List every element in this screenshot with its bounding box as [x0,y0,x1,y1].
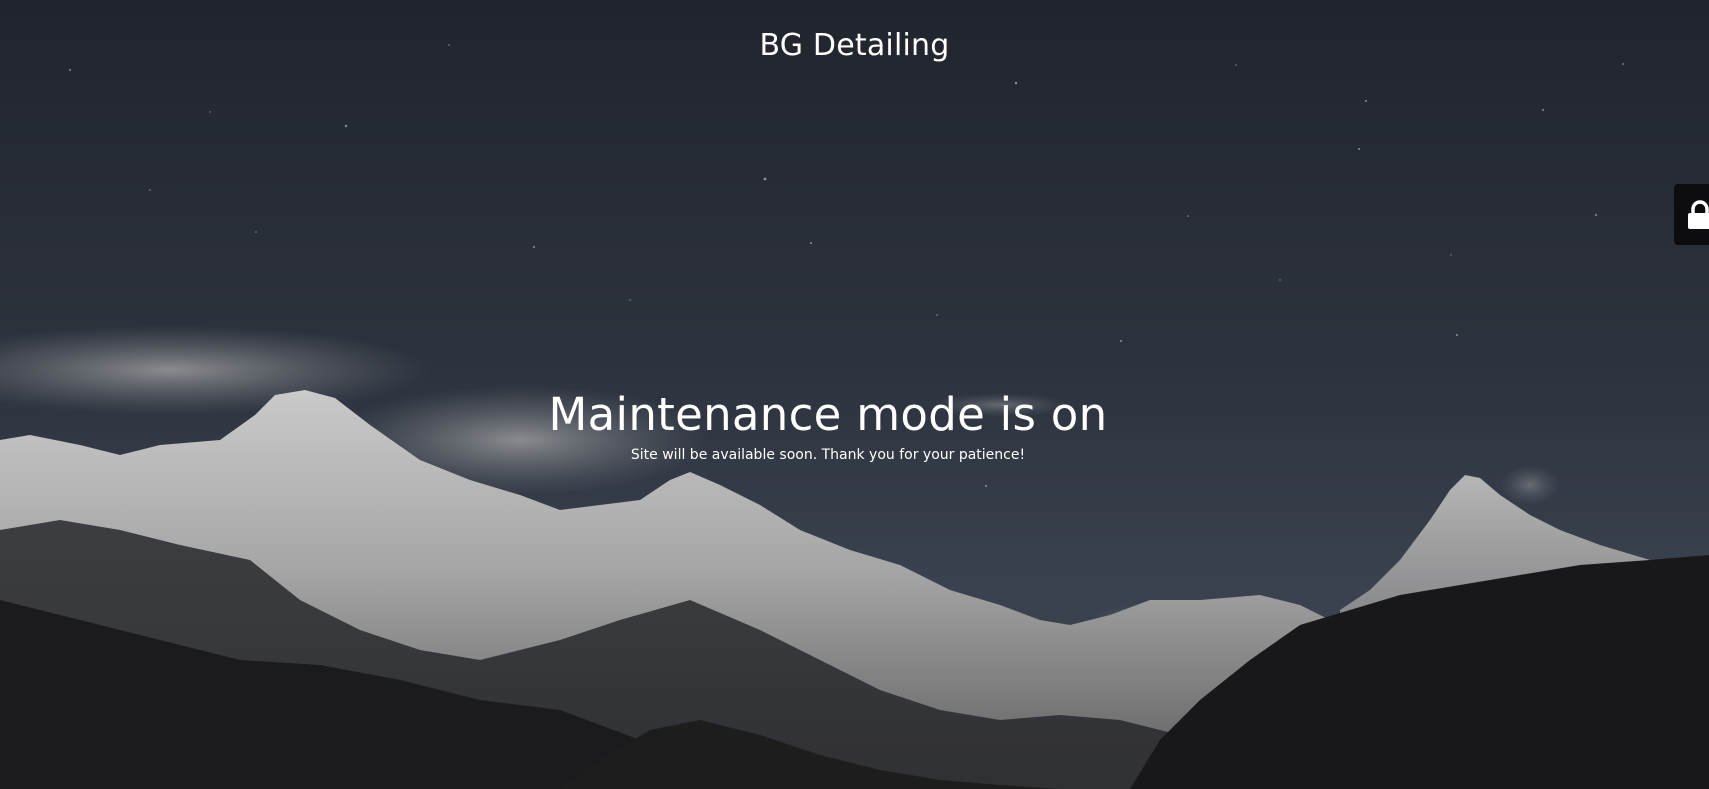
maintenance-message: Site will be available soon. Thank you f… [630,447,1026,463]
site-title: BG Detailing [759,28,950,63]
maintenance-page: BG Detailing Maintenance mode is on Site… [0,0,1709,789]
login-tab-button[interactable] [1674,184,1709,245]
lock-icon [1688,200,1709,229]
maintenance-heading: Maintenance mode is on [548,388,1108,441]
